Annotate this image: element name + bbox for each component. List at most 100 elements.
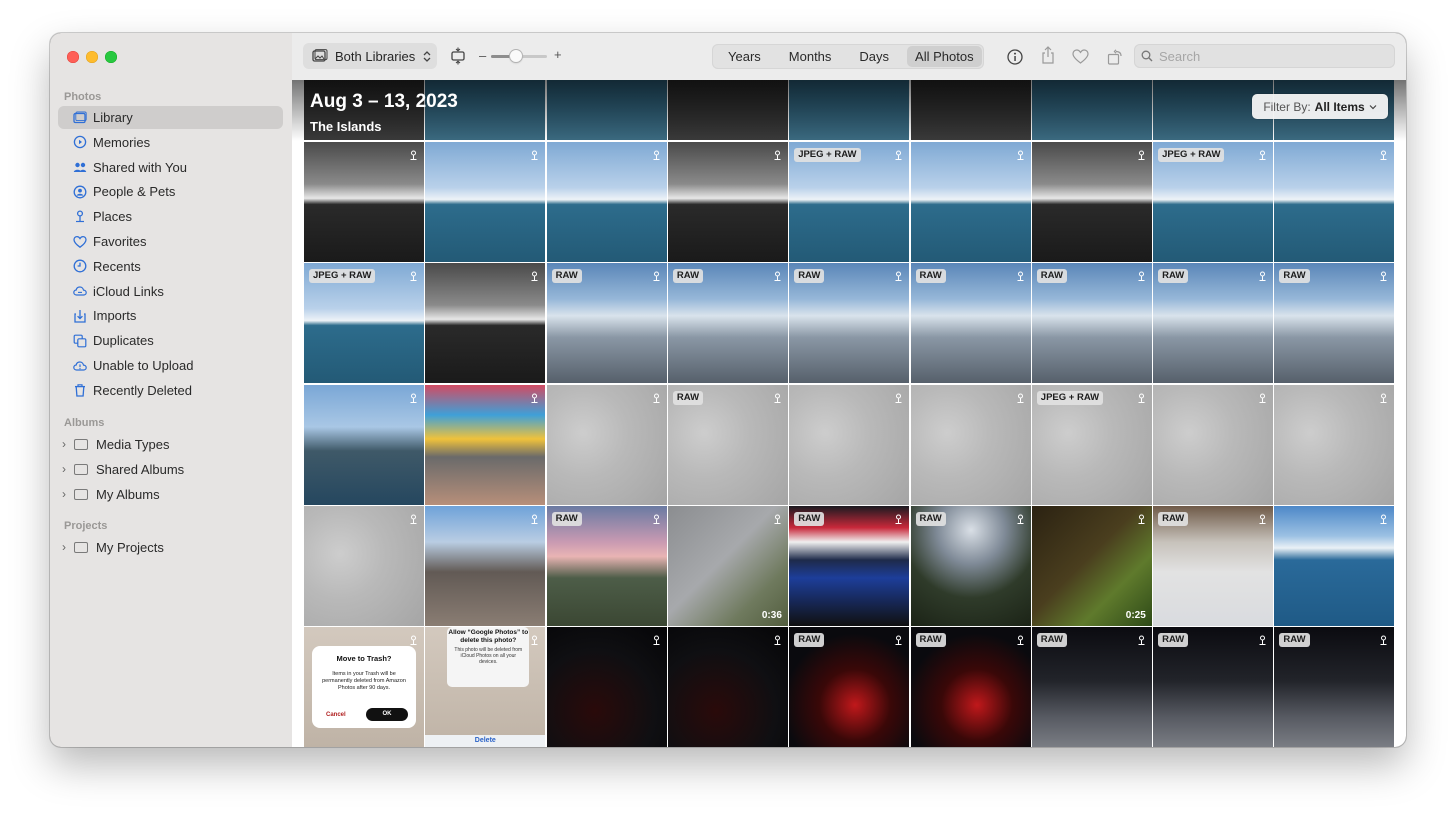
photo-thumbnail[interactable] xyxy=(304,384,424,505)
photo-thumbnail[interactable]: Allow “Google Photos” to delete this pho… xyxy=(425,627,546,747)
upload-status-icon xyxy=(1136,269,1147,282)
chevron-right-icon[interactable]: › xyxy=(62,462,71,476)
trash-icon xyxy=(73,383,87,397)
photo-thumbnail[interactable]: RAW xyxy=(546,263,667,384)
photo-thumbnail[interactable]: RAW xyxy=(789,627,910,747)
sidebar-item-label: Favorites xyxy=(93,234,147,249)
sidebar-item-label: Shared with You xyxy=(93,159,187,175)
sidebar-item-shared-albums[interactable]: › Shared Albums xyxy=(62,458,184,480)
sidebar-item-recently-deleted[interactable]: Recently Deleted xyxy=(58,379,283,402)
chevron-right-icon[interactable]: › xyxy=(62,487,71,501)
photo-thumbnail[interactable]: RAW xyxy=(1153,627,1274,747)
photo-thumbnail[interactable]: RAW xyxy=(910,263,1031,384)
tab-all-photos[interactable]: All Photos xyxy=(907,46,982,67)
photo-thumbnail[interactable] xyxy=(1153,384,1274,505)
zoom-window-button[interactable] xyxy=(105,51,117,63)
photo-thumbnail[interactable]: JPEG + RAW xyxy=(1031,384,1152,505)
photo-thumbnail[interactable]: JPEG + RAW xyxy=(304,263,424,384)
photo-thumbnail[interactable]: RAW xyxy=(1274,627,1395,747)
sidebar-item-imports[interactable]: Imports xyxy=(58,304,283,327)
zoom-slider-knob[interactable] xyxy=(510,50,523,62)
minimize-window-button[interactable] xyxy=(86,51,98,63)
photo-thumbnail[interactable] xyxy=(1274,505,1395,626)
places-pin-icon xyxy=(73,210,87,224)
photo-thumbnail[interactable]: RAW xyxy=(1274,263,1395,384)
dialog-cancel: Cancel xyxy=(326,712,346,719)
photo-thumbnail[interactable]: RAW xyxy=(789,263,910,384)
photo-thumbnail[interactable] xyxy=(425,505,546,626)
photo-thumbnail[interactable]: Move to Trash? Items in your Trash will b… xyxy=(304,627,424,747)
duplicates-icon xyxy=(73,334,87,348)
sidebar-item-library[interactable]: Library xyxy=(58,106,283,129)
photo-thumbnail[interactable]: JPEG + RAW xyxy=(789,142,910,262)
photo-thumbnail[interactable] xyxy=(546,627,667,747)
filter-by-button[interactable]: Filter By: All Items xyxy=(1252,94,1388,119)
photo-thumbnail[interactable] xyxy=(425,384,546,505)
photo-thumbnail[interactable] xyxy=(546,142,667,262)
photo-thumbnail[interactable] xyxy=(1274,142,1395,262)
format-badge: JPEG + RAW xyxy=(1036,390,1104,405)
sidebar-item-unable-to-upload[interactable]: Unable to Upload xyxy=(58,354,283,377)
photo-thumbnail[interactable] xyxy=(789,384,910,505)
zoom-in-button[interactable]: + xyxy=(554,47,562,62)
photo-thumbnail[interactable] xyxy=(1031,142,1152,262)
zoom-out-button[interactable]: – xyxy=(479,48,486,63)
sidebar-item-my-albums[interactable]: › My Albums xyxy=(62,483,160,505)
upload-status-icon xyxy=(1257,633,1268,646)
photo-thumbnail[interactable]: 0:36 xyxy=(667,505,788,626)
chevron-right-icon[interactable]: › xyxy=(62,437,71,451)
photo-thumbnail[interactable] xyxy=(546,384,667,505)
tab-years[interactable]: Years xyxy=(720,46,769,67)
favorite-heart-icon[interactable] xyxy=(1072,48,1089,65)
photo-thumbnail[interactable] xyxy=(1274,384,1395,505)
zoom-slider[interactable] xyxy=(491,50,547,62)
sidebar-item-favorites[interactable]: Favorites xyxy=(58,230,283,253)
close-window-button[interactable] xyxy=(67,51,79,63)
photo-thumbnail[interactable]: RAW xyxy=(910,627,1031,747)
search-input[interactable] xyxy=(1159,48,1379,64)
chevron-right-icon[interactable]: › xyxy=(62,540,71,554)
search-field[interactable] xyxy=(1134,44,1395,68)
sidebar-item-places[interactable]: Places xyxy=(58,205,283,228)
photo-thumbnail[interactable] xyxy=(667,627,788,747)
photo-thumbnail[interactable]: RAW xyxy=(1153,505,1274,626)
photo-thumbnail[interactable] xyxy=(425,142,546,262)
photo-thumbnail[interactable] xyxy=(910,142,1031,262)
sidebar-item-icloud-links[interactable]: iCloud Links xyxy=(58,280,283,303)
share-icon[interactable] xyxy=(1039,45,1056,64)
photo-thumbnail[interactable]: RAW xyxy=(667,384,788,505)
photo-thumbnail[interactable]: RAW xyxy=(1153,263,1274,384)
photo-thumbnail[interactable]: RAW xyxy=(1031,263,1152,384)
sidebar-item-memories[interactable]: Memories xyxy=(58,131,283,154)
upload-status-icon xyxy=(893,512,904,524)
info-icon[interactable] xyxy=(1006,48,1023,65)
photo-thumbnail[interactable] xyxy=(304,142,424,262)
sidebar-item-people-pets[interactable]: People & Pets xyxy=(58,180,283,203)
photo-thumbnail[interactable] xyxy=(910,384,1031,505)
rotate-icon[interactable] xyxy=(1106,48,1123,65)
photo-thumbnail[interactable]: 0:25 xyxy=(1031,505,1152,626)
sidebar-item-duplicates[interactable]: Duplicates xyxy=(58,329,283,352)
photo-thumbnail[interactable]: JPEG + RAW xyxy=(1153,142,1274,262)
photo-thumbnail[interactable]: RAW xyxy=(910,505,1031,626)
photo-thumbnail[interactable]: RAW xyxy=(667,263,788,384)
photo-thumbnail[interactable]: RAW xyxy=(789,505,910,626)
photo-thumbnail[interactable] xyxy=(667,142,788,262)
sidebar-item-my-projects[interactable]: › My Projects xyxy=(62,536,164,558)
photo-thumbnail[interactable] xyxy=(425,263,546,384)
format-badge: RAW xyxy=(1158,633,1189,648)
aspect-ratio-icon[interactable] xyxy=(449,47,466,64)
sidebar-item-label: Library xyxy=(93,110,133,125)
library-selector[interactable]: Both Libraries xyxy=(303,43,437,69)
dialog-title: Move to Trash? xyxy=(336,654,392,664)
photo-thumbnail[interactable]: RAW xyxy=(1031,627,1152,747)
upload-status-icon xyxy=(408,391,419,403)
upload-status-icon xyxy=(1015,391,1026,403)
sidebar-item-recents[interactable]: Recents xyxy=(58,255,283,278)
photo-thumbnail[interactable] xyxy=(304,505,424,626)
sidebar-item-shared-with-you[interactable]: Shared with You xyxy=(58,156,283,179)
photo-thumbnail[interactable]: RAW xyxy=(546,505,667,626)
sidebar-item-media-types[interactable]: › Media Types xyxy=(62,433,169,455)
tab-months[interactable]: Months xyxy=(781,46,840,67)
tab-days[interactable]: Days xyxy=(851,46,897,67)
